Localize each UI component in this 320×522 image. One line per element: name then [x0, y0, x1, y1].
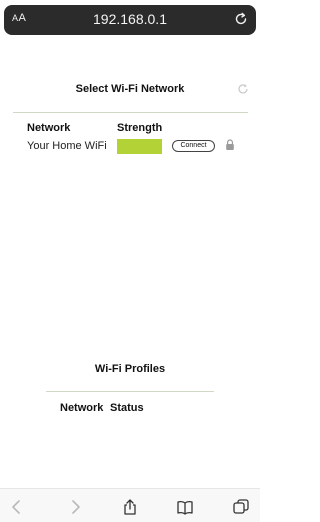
browser-toolbar	[0, 488, 260, 522]
profiles-section-title: Wi-Fi Profiles	[94, 363, 166, 375]
bookmarks-icon[interactable]	[176, 498, 194, 516]
back-icon[interactable]	[8, 498, 26, 516]
tabs-icon[interactable]	[232, 498, 250, 516]
url-text[interactable]: 192.168.0.1	[4, 11, 256, 27]
strength-column-header: Strength	[117, 122, 163, 134]
refresh-spinner-icon[interactable]	[237, 83, 249, 95]
browser-top-bar: AA 192.168.0.1	[0, 0, 260, 44]
forward-icon[interactable]	[66, 498, 84, 516]
profile-network-column-header: Network	[60, 402, 104, 414]
section-divider	[13, 112, 248, 113]
signal-strength-bar	[117, 139, 162, 154]
profile-status-column-header: Status	[110, 402, 144, 414]
wifi-section-title: Select Wi-Fi Network	[75, 83, 185, 95]
connect-button[interactable]: Connect	[172, 140, 215, 152]
reload-icon[interactable]	[232, 10, 250, 28]
network-name: Your Home WiFi	[27, 140, 107, 152]
profiles-divider	[46, 391, 214, 392]
lock-icon	[226, 139, 234, 150]
address-bar[interactable]: AA 192.168.0.1	[4, 5, 256, 35]
network-column-header: Network	[27, 122, 71, 134]
share-icon[interactable]	[121, 498, 139, 516]
